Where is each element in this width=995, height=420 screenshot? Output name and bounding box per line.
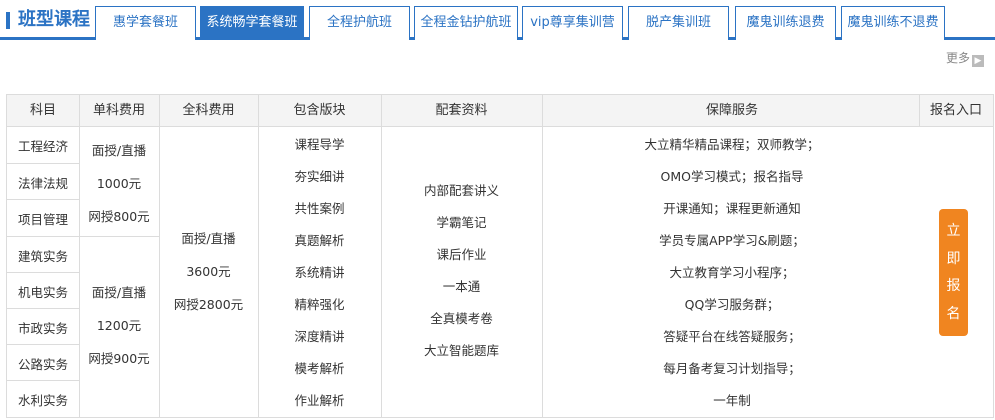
subject-cell: 公路实务	[17, 357, 68, 372]
tab-tuochan-jixun[interactable]: 脱产集训班	[628, 6, 729, 40]
list-item: 夯实细讲	[294, 169, 345, 184]
fee-online-price: 网授900元	[88, 350, 150, 366]
divider	[7, 308, 79, 309]
col-header-subject: 科目	[29, 103, 56, 118]
signup-char: 名	[946, 306, 961, 323]
signup-button[interactable]: 立 即 报 名	[939, 209, 968, 336]
list-item: 模考解析	[294, 361, 345, 376]
fee-online-price: 网授800元	[88, 208, 150, 224]
more-label: 更多	[946, 51, 971, 65]
subject-cell: 水利实务	[17, 393, 68, 408]
signup-char: 立	[946, 222, 961, 239]
list-item: 课后作业	[436, 247, 487, 262]
tab-huixue[interactable]: 惠学套餐班	[95, 6, 196, 40]
single-fee-group1: 面授/直播 1000元 网授800元	[79, 135, 159, 233]
list-item: 作业解析	[294, 393, 345, 408]
single-fee-group2: 面授/直播 1200元 网授900元	[79, 277, 159, 375]
fee-mode: 面授/直播	[91, 285, 147, 301]
list-item: 真题解析	[294, 233, 345, 248]
more-link[interactable]: 更多 ▶	[946, 51, 985, 67]
subject-cell: 建筑实务	[17, 249, 68, 264]
divider	[7, 380, 79, 381]
list-item: 一本通	[442, 279, 481, 294]
list-item: 课程导学	[294, 137, 345, 152]
list-item: 内部配套讲义	[423, 183, 499, 198]
fee-online-price: 网授2800元	[173, 296, 244, 312]
subject-cell: 法律法规	[17, 176, 68, 191]
list-item: 大立教育学习小程序；	[669, 265, 795, 280]
section-title: 班型课程	[18, 9, 90, 30]
divider	[7, 163, 79, 164]
list-item: 大立精华精品课程；双师教学；	[644, 137, 820, 152]
divider	[919, 95, 920, 127]
list-item: 系统精讲	[294, 265, 345, 280]
services-list: 大立精华精品课程；双师教学； OMO学习模式；报名指导 开课通知；课程更新通知 …	[542, 129, 922, 417]
list-item: QQ学习服务群；	[684, 297, 780, 312]
tab-xitong-changxue[interactable]: 系统畅学套餐班	[200, 6, 304, 40]
title-accent-bar	[6, 12, 10, 29]
list-item: 答疑平台在线答疑服务；	[663, 329, 801, 344]
course-table: 科目 单科费用 全科费用 包含版块 配套资料 保障服务 报名入口 工程经济 法律…	[6, 94, 994, 418]
table-header: 科目 单科费用 全科费用 包含版块 配套资料 保障服务 报名入口	[7, 95, 993, 127]
list-item: 学霸笔记	[436, 215, 487, 230]
list-item: 每月备考复习计划指导；	[663, 361, 801, 376]
divider	[7, 199, 79, 200]
signup-char: 报	[946, 278, 961, 295]
col-header-signup: 报名入口	[929, 103, 982, 118]
col-header-single-fee: 单科费用	[92, 103, 145, 118]
divider	[7, 236, 159, 237]
list-item: 精粹强化	[294, 297, 345, 312]
col-header-all-fee: 全科费用	[182, 103, 235, 118]
col-header-materials: 配套资料	[435, 103, 488, 118]
tab-jinzuan-huhang[interactable]: 全程金钻护航班	[414, 6, 518, 40]
list-item: 全真模考卷	[430, 311, 493, 326]
list-item: 开课通知；课程更新通知	[663, 201, 801, 216]
list-item: 大立智能题库	[423, 343, 499, 358]
col-header-modules: 包含版块	[293, 103, 346, 118]
all-fee-cell: 面授/直播 3600元 网授2800元	[159, 223, 258, 321]
fee-mode: 面授/直播	[91, 143, 147, 159]
divider	[7, 344, 79, 345]
fee-price: 1200元	[96, 317, 142, 333]
fee-price: 1000元	[96, 175, 142, 191]
chevron-right-icon: ▶	[972, 55, 985, 67]
list-item: 共性案例	[294, 201, 345, 216]
subject-cell: 机电实务	[17, 285, 68, 300]
subject-cell: 项目管理	[17, 212, 68, 227]
signup-char: 即	[946, 250, 961, 267]
subject-cell: 市政实务	[17, 321, 68, 336]
list-item: 一年制	[713, 393, 751, 408]
modules-list: 课程导学 夯实细讲 共性案例 真题解析 系统精讲 精粹强化 深度精讲 模考解析 …	[258, 129, 381, 417]
materials-list: 内部配套讲义 学霸笔记 课后作业 一本通 全真模考卷 大立智能题库	[381, 175, 542, 367]
list-item: OMO学习模式；报名指导	[660, 169, 804, 184]
divider	[7, 272, 79, 273]
list-item: 学员专属APP学习&刷题；	[659, 233, 805, 248]
course-header: 班型课程 惠学套餐班 系统畅学套餐班 全程护航班 全程金钻护航班 vip尊享集训…	[0, 0, 995, 40]
tab-mogui-butuifei[interactable]: 魔鬼训练不退费	[841, 6, 945, 40]
list-item: 深度精讲	[294, 329, 345, 344]
fee-mode: 面授/直播	[181, 231, 236, 247]
tab-vip-jixunying[interactable]: vip尊享集训营	[522, 6, 623, 40]
fee-price: 3600元	[186, 263, 231, 279]
tab-mogui-tuifei[interactable]: 魔鬼训练退费	[735, 6, 836, 40]
col-header-services: 保障服务	[705, 103, 758, 118]
tab-quancheng-huhang[interactable]: 全程护航班	[309, 6, 410, 40]
subject-cell: 工程经济	[17, 139, 68, 154]
